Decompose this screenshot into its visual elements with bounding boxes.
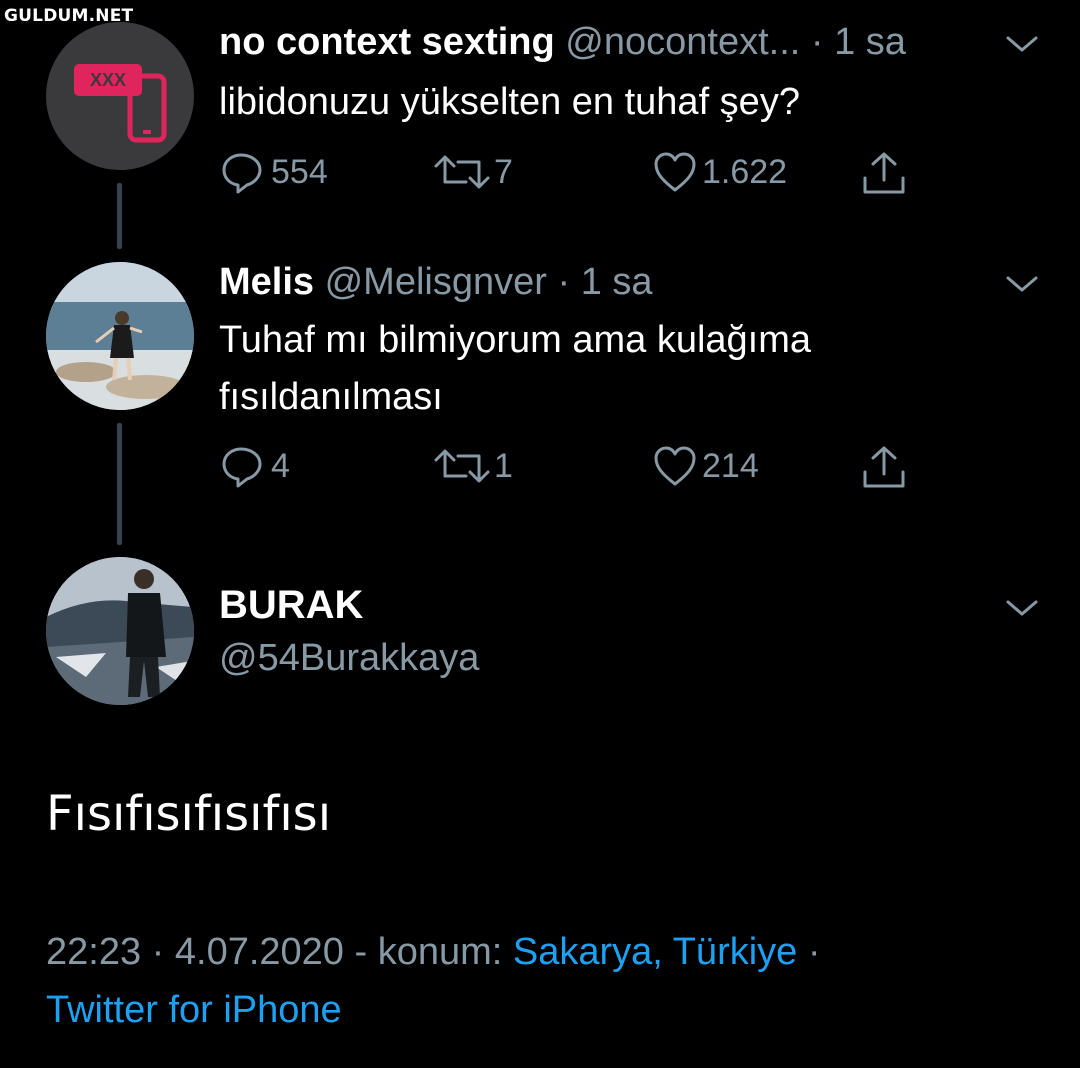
like-icon: [654, 446, 696, 486]
like-icon: [654, 152, 696, 192]
separator: ·: [810, 21, 824, 63]
like-button[interactable]: 1.622: [652, 150, 787, 194]
like-count: 214: [702, 446, 759, 485]
retweet-count: 1: [494, 446, 513, 485]
tweet-date: 4.07.2020: [174, 931, 344, 973]
xxx-phone-icon: XXX: [74, 64, 167, 143]
retweet-icon: [434, 449, 490, 483]
share-button[interactable]: [859, 150, 909, 198]
avatar-photo: [46, 557, 194, 705]
user-handle[interactable]: @nocontext...: [565, 21, 800, 63]
reply-button[interactable]: 4: [219, 444, 290, 488]
tweet-time: 22:23: [46, 931, 142, 973]
share-icon: [863, 446, 905, 488]
retweet-count: 7: [494, 152, 513, 191]
tweet-header: Melis @Melisgnver · 1 sa: [219, 260, 653, 304]
location-prefix: - konum:: [354, 931, 503, 973]
timestamp[interactable]: 1 sa: [581, 261, 653, 303]
user-handle[interactable]: @54Burakkaya: [219, 633, 479, 683]
tweet-text-line: Tuhaf mı bilmiyorum ama kulağıma: [219, 319, 812, 361]
user-handle[interactable]: @Melisgnver: [325, 261, 547, 303]
location-link[interactable]: Sakarya, Türkiye: [513, 931, 797, 973]
tweet-actions: 4 1 214: [219, 444, 939, 494]
like-count: 1.622: [702, 152, 788, 191]
reply-icon: [222, 447, 262, 488]
thread-line: [117, 183, 122, 249]
reply-button[interactable]: 554: [219, 150, 328, 194]
chevron-down-icon[interactable]: [1002, 32, 1042, 56]
separator: ·: [557, 261, 571, 303]
retweet-icon: [434, 155, 490, 189]
avatar-nocontext[interactable]: XXX: [46, 22, 194, 170]
avatar-burak[interactable]: [46, 557, 194, 705]
reply-count: 4: [271, 446, 290, 485]
reply-count: 554: [271, 152, 328, 191]
display-name[interactable]: no context sexting: [219, 21, 555, 63]
tweet-meta: 22:23 · 4.07.2020 - konum: Sakarya, Türk…: [46, 923, 1046, 1039]
timestamp[interactable]: 1 sa: [834, 21, 906, 63]
reply-icon: [222, 153, 262, 194]
display-name[interactable]: Melis: [219, 261, 314, 303]
chevron-down-icon[interactable]: [1002, 272, 1042, 296]
separator: ·: [807, 931, 821, 973]
tweet-text: libidonuzu yükselten en tuhaf şey?: [219, 81, 800, 123]
tweet-text: Tuhaf mı bilmiyorum ama kulağıma fısılda…: [219, 312, 979, 426]
thread-line: [117, 423, 122, 545]
display-name[interactable]: BURAK: [219, 580, 363, 630]
retweet-button[interactable]: 7: [432, 150, 513, 194]
share-button[interactable]: [859, 444, 909, 492]
source-link[interactable]: Twitter for iPhone: [46, 989, 342, 1031]
chevron-down-icon[interactable]: [1002, 596, 1042, 620]
retweet-button[interactable]: 1: [432, 444, 513, 488]
tweet-text: Fısıfısıfısıfısı: [46, 786, 332, 842]
tweet-actions: 554 7 1.622: [219, 150, 939, 200]
avatar-badge-text: XXX: [90, 70, 126, 90]
tweet-header: no context sexting @nocontext... · 1 sa: [219, 20, 906, 64]
tweet-text-line: fısıldanılması: [219, 376, 443, 418]
like-button[interactable]: 214: [652, 444, 759, 488]
avatar-photo: [46, 262, 194, 410]
share-icon: [863, 152, 905, 194]
avatar-melis[interactable]: [46, 262, 194, 410]
separator: ·: [151, 931, 165, 973]
